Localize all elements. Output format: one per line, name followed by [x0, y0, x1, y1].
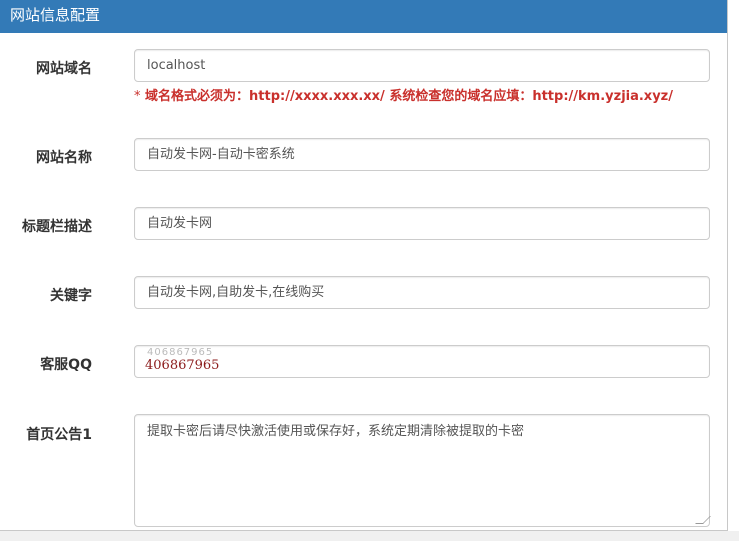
required-star: *: [134, 89, 141, 104]
site-name-input[interactable]: 自动发卡网-自动卡密系统: [134, 138, 710, 171]
keywords-input[interactable]: 自动发卡网,自助发卡,在线购买: [134, 276, 710, 309]
title-desc-label: 标题栏描述: [22, 219, 92, 235]
domain-label: 网站域名: [36, 61, 92, 77]
resize-handle-icon[interactable]: [695, 516, 711, 524]
title-desc-input[interactable]: 自动发卡网: [134, 207, 710, 240]
qq-ghost-text: 406867965: [147, 347, 214, 358]
notice1-value: 提取卡密后请尽快激活使用或保存好，系统定期清除被提取的卡密: [147, 424, 525, 439]
notice1-textarea[interactable]: 提取卡密后请尽快激活使用或保存好，系统定期清除被提取的卡密: [134, 414, 711, 527]
domain-help-message: 域名格式必须为：http://xxxx.xxx.xx/ 系统检查您的域名应填：h…: [145, 89, 673, 104]
qq-value: 406867965: [145, 358, 220, 373]
panel-title: 网站信息配置: [0, 0, 727, 33]
site-name-label: 网站名称: [36, 150, 92, 166]
domain-help-text: * 域名格式必须为：http://xxxx.xxx.xx/ 系统检查您的域名应填…: [134, 85, 673, 104]
site-config-panel: 网站信息配置 网站域名 localhost * 域名格式必须为：http://x…: [0, 0, 728, 531]
page-footer-edge: [0, 531, 739, 541]
page-edge: [728, 0, 739, 541]
domain-input[interactable]: localhost: [134, 49, 710, 82]
notice1-label: 首页公告1: [26, 427, 92, 443]
qq-input[interactable]: 406867965 406867965: [134, 345, 710, 378]
keywords-label: 关键字: [50, 288, 92, 304]
qq-label: 客服QQ: [40, 357, 92, 373]
